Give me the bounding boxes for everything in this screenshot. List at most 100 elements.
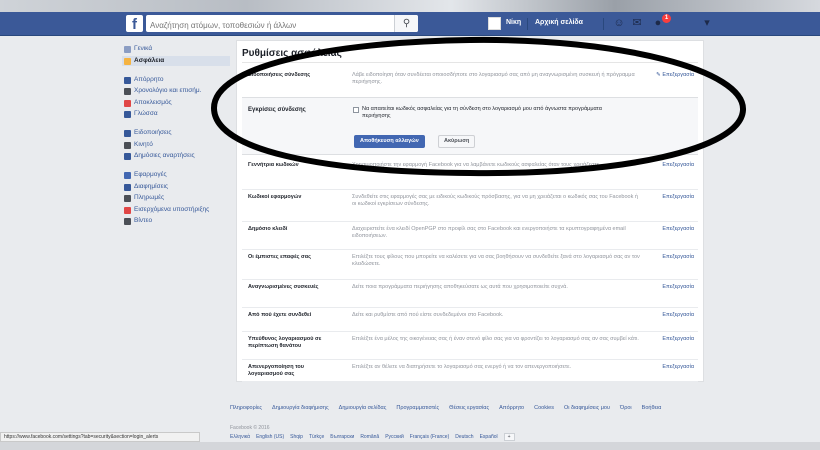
sidebar-item[interactable]: Γενικά [122, 44, 230, 54]
sidebar-item[interactable]: Εφαρμογές [122, 170, 230, 180]
sidebar-group: Ειδοποιήσεις Κινητό Δημόσιες αναρτήσεις [122, 128, 230, 161]
sidebar-item[interactable]: Χρονολόγιο και επισήμ. [122, 86, 230, 96]
sidebar-item[interactable]: Δημόσιες αναρτήσεις [122, 151, 230, 161]
header-divider [527, 18, 528, 30]
edit-link[interactable]: Επεξεργασία [662, 364, 694, 370]
row-description: Επιλέξτε τους φίλους που μπορείτε να καλ… [352, 254, 640, 267]
sidebar-item-label: Κινητό [134, 140, 153, 148]
language-link[interactable]: Français (France) [410, 434, 449, 440]
language-link[interactable]: Română [360, 434, 379, 440]
sidebar-item-label: Πληρωμές [134, 194, 165, 201]
language-link[interactable]: Ελληνικά [230, 434, 250, 440]
footer-link[interactable]: Βοήθεια [642, 405, 662, 411]
row-description: Διαχειριστείτε ένα κλειδί OpenPGP στο πρ… [352, 226, 626, 239]
cancel-button[interactable]: Ακύρωση [438, 135, 476, 148]
notification-badge: 1 [662, 14, 671, 23]
language-link[interactable]: Български [330, 434, 354, 440]
copyright: Facebook © 2016 [230, 425, 270, 431]
language-link[interactable]: Türkçe [309, 434, 324, 440]
search-input[interactable] [146, 17, 391, 34]
row-label: Αναγνωρισμένες συσκευές [248, 284, 319, 290]
sidebar-group: Εφαρμογές Διαφημίσεις Πληρωμές Εισερχόμενα … [122, 170, 230, 226]
sidebar-item[interactable]: Πληρωμές [122, 193, 230, 203]
sidebar-item-label: Αποκλεισμός [134, 98, 172, 106]
language-link[interactable]: Shqip [290, 434, 303, 440]
sidebar-item-label: Γλώσσα [134, 110, 158, 117]
sidebar-item[interactable]: Εισερχόμενα υποστήριξης [122, 205, 230, 215]
footer-link[interactable]: Cookies [534, 405, 554, 411]
footer-link[interactable]: Θέσεις εργασίας [449, 405, 489, 411]
footer-link[interactable]: Πληροφορίες [230, 405, 262, 411]
edit-link[interactable]: Επεξεργασία [662, 284, 694, 290]
settings-row[interactable]: Υπεύθυνος λογαριασμού σε περίπτωση θανάτ… [242, 332, 698, 360]
sidebar-item-icon [124, 172, 131, 179]
settings-row-login-alerts[interactable]: Ειδοποιήσεις σύνδεσης Λάβε ειδοποίηση ότ… [242, 68, 698, 97]
save-changes-button[interactable]: Αποθήκευση αλλαγών [354, 135, 425, 148]
row-description: Επιλέξτε ένα μέλος της οικογένειας σας ή… [352, 336, 639, 342]
sidebar-item-label: Γενικά [134, 45, 153, 52]
settings-sidebar: Γενικά Ασφάλεια Απόρρητο Χρονολόγιο και επι… [122, 44, 230, 235]
sidebar-item-icon [124, 141, 131, 149]
sidebar-item-label: Απόρρητο [134, 75, 164, 83]
settings-row[interactable]: Κωδικοί εφαρμογών Συνδεθείτε στις εφαρμογ… [242, 190, 698, 222]
sidebar-item[interactable]: Ειδοποιήσεις [122, 128, 230, 138]
settings-row[interactable]: Απενεργοποίηση του λογαριασμού σας Επιλέξ… [242, 360, 698, 382]
edit-link[interactable]: Επεξεργασία [662, 312, 694, 318]
row-label: Γεννήτρια κωδικών [248, 162, 299, 168]
account-menu-icon[interactable]: ▾ [700, 17, 714, 30]
edit-link[interactable]: Επεξεργασία [662, 336, 694, 342]
row-description: Επιλέξτε αν θέλετε να διατηρήσετε το λογ… [352, 364, 572, 370]
sidebar-item[interactable]: Απόρρητο [122, 75, 230, 85]
search-icon[interactable]: ⚲ [394, 15, 418, 32]
footer-links: Πληροφορίες Δημιουργία διαφήμισης Δημιουργ… [230, 405, 810, 415]
cover-photo-strip [0, 0, 820, 12]
sidebar-item[interactable]: Διαφημίσεις [122, 182, 230, 192]
edit-link[interactable]: Επεξεργασία [662, 194, 694, 200]
settings-row[interactable]: Οι έμπιστες επαφές σας Επιλέξτε τους φίλο… [242, 250, 698, 280]
sidebar-item[interactable]: Κινητό [122, 140, 230, 150]
browser-bottom-bar [0, 442, 820, 450]
sidebar-group: Απόρρητο Χρονολόγιο και επισήμ. Αποκλεισμό… [122, 75, 230, 120]
footer-link[interactable]: Όροι [620, 405, 632, 411]
title-divider [242, 62, 698, 63]
sidebar-item[interactable]: Βίντεο [122, 216, 230, 226]
browser-status-url: https://www.facebook.com/settings?tab=se… [0, 432, 200, 442]
sidebar-item[interactable]: Ασφάλεια [122, 55, 230, 66]
language-link[interactable]: Русский [385, 434, 404, 440]
sidebar-item-icon [124, 153, 131, 160]
footer-link[interactable]: Απόρρητο [499, 405, 524, 411]
row-label: Υπεύθυνος λογαριασμού σε περίπτωση θανάτ… [248, 336, 322, 349]
sidebar-item[interactable]: Αποκλεισμός [122, 98, 230, 108]
settings-row[interactable]: Δημόσιο κλειδί Διαχειριστείτε ένα κλειδί … [242, 222, 698, 250]
more-languages-button[interactable]: + [503, 433, 515, 441]
edit-link[interactable]: Επεξεργασία [662, 226, 694, 232]
settings-row[interactable]: Από πού έχετε συνδεθεί Δείτε και ρυθμίστε… [242, 308, 698, 332]
edit-link[interactable]: Επεξεργασία [662, 254, 694, 260]
row-description: Λάβε ειδοποίηση όταν συνδέεται οποιοσδήπ… [352, 72, 635, 85]
footer-link[interactable]: Οι διαφημίσεις μου [564, 405, 610, 411]
edit-link[interactable]: ✎ Επεξεργασία [656, 72, 694, 78]
facebook-logo-icon[interactable]: f [126, 15, 143, 33]
avatar[interactable] [488, 17, 501, 30]
footer-link[interactable]: Δημιουργία διαφήμισης [272, 405, 329, 411]
language-link[interactable]: Español [480, 434, 498, 440]
language-link[interactable]: English (US) [256, 434, 284, 440]
search-box: ⚲ [146, 15, 418, 34]
settings-row[interactable]: Αναγνωρισμένες συσκευές Δείτε ποια προγρά… [242, 280, 698, 308]
edit-link[interactable]: Επεξεργασία [662, 162, 694, 168]
sidebar-item[interactable]: Γλώσσα [122, 109, 230, 119]
footer-link[interactable]: Προγραμματιστές [396, 405, 439, 411]
sidebar-item-icon [124, 46, 131, 53]
home-link[interactable]: Αρχική σελίδα [535, 19, 583, 26]
sidebar-item-icon [124, 206, 131, 214]
language-link[interactable]: Deutsch [455, 434, 473, 440]
sidebar-item-label: Ειδοποιήσεις [134, 129, 172, 136]
footer-link[interactable]: Δημιουργία σελίδας [339, 405, 387, 411]
profile-name-link[interactable]: Νίκη [506, 19, 521, 26]
row-description: Δείτε και ρυθμίστε από πού είστε συνδεδε… [352, 312, 504, 318]
settings-row[interactable]: Γεννήτρια κωδικών Χρησιμοποιήστε την εφαρ… [242, 158, 698, 190]
friend-requests-icon[interactable]: ☺ [612, 17, 626, 30]
messages-icon[interactable]: ✉ [630, 17, 644, 30]
require-code-checkbox[interactable] [353, 107, 359, 113]
settings-row-login-approvals-expanded: Εγκρίσεις σύνδεσης Να απαιτείται κωδικός… [242, 97, 698, 155]
